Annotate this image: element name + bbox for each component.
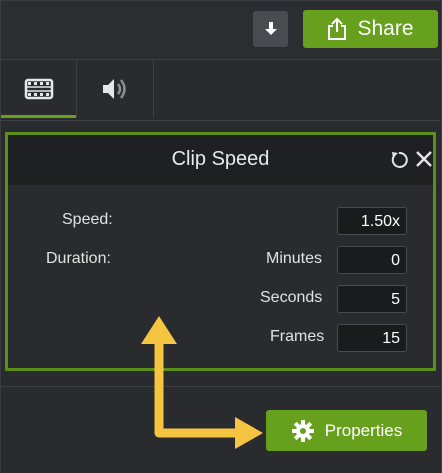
seconds-field[interactable]: 5 [337, 285, 407, 313]
duration-label: Duration: [46, 250, 111, 267]
reset-icon[interactable] [389, 150, 409, 170]
seconds-label: Seconds [260, 289, 323, 306]
share-icon [328, 17, 347, 40]
close-icon[interactable] [415, 150, 433, 168]
app-window: Share Clip Speed Speed: 1.50x Duration: … [0, 0, 442, 473]
active-tab-indicator [1, 115, 76, 118]
panel-title: Clip Speed [171, 148, 270, 170]
download-icon [264, 22, 277, 35]
top-toolbar: Share [1, 1, 441, 59]
clip-speed-panel: Clip Speed Speed: 1.50x Duration: Minute… [5, 132, 436, 371]
frames-label: Frames [270, 328, 325, 345]
film-icon [24, 78, 53, 100]
minutes-field[interactable]: 0 [337, 246, 407, 274]
tab-video[interactable] [1, 60, 77, 118]
tab-audio[interactable] [77, 60, 154, 118]
share-label: Share [357, 17, 414, 40]
frames-field[interactable]: 15 [337, 324, 407, 352]
panel-header: Clip Speed [8, 135, 433, 185]
properties-tabs [1, 59, 441, 121]
speaker-icon [103, 79, 126, 99]
gear-icon [291, 419, 314, 442]
properties-button[interactable]: Properties [266, 410, 427, 451]
speed-label: Speed: [62, 211, 113, 228]
properties-label: Properties [324, 420, 403, 440]
download-button[interactable] [253, 11, 288, 47]
speed-field[interactable]: 1.50x [337, 207, 407, 235]
share-button[interactable]: Share [303, 10, 438, 48]
minutes-label: Minutes [266, 250, 323, 267]
